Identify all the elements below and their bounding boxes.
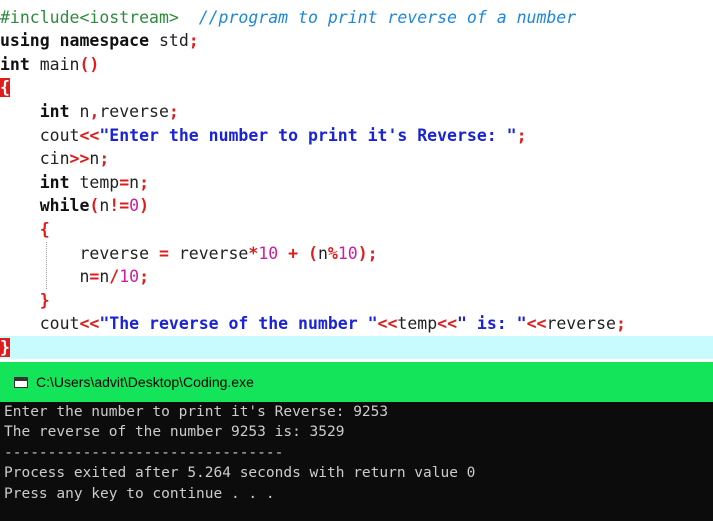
code-line[interactable]: cout<<"Enter the number to print it's Re…	[0, 124, 713, 148]
code-token: " is: "	[457, 314, 527, 334]
code-token: while	[39, 196, 90, 216]
code-token: using	[0, 31, 50, 51]
code-token: "The reverse of the number "	[99, 314, 378, 334]
console-titlebar[interactable]: C:\Users\advit\Desktop\Coding.exe	[0, 362, 713, 402]
console-line: Process exited after 5.264 seconds with …	[4, 465, 476, 482]
code-token: n	[0, 267, 90, 287]
code-token: int	[39, 101, 70, 121]
code-line[interactable]: int n,reverse;	[0, 100, 713, 124]
code-token: )	[139, 196, 150, 216]
code-token: n	[317, 243, 328, 263]
code-token: =	[158, 243, 169, 263]
console-window-icon	[14, 376, 28, 388]
code-token: 10	[258, 243, 279, 263]
code-token: <<	[377, 314, 398, 334]
code-token: ;	[139, 172, 150, 192]
code-token: n	[99, 196, 110, 216]
code-token: ,	[89, 101, 100, 121]
code-line[interactable]: {	[0, 76, 713, 100]
code-token: {	[39, 219, 50, 239]
code-token: n	[89, 149, 100, 169]
console-title: C:\Users\advit\Desktop\Coding.exe	[36, 374, 254, 390]
code-token: ;	[168, 101, 179, 121]
code-token: ;	[516, 125, 527, 145]
code-token: !=	[109, 196, 130, 216]
code-token: reverse	[0, 243, 159, 263]
code-line[interactable]: int temp=n;	[0, 171, 713, 195]
code-line[interactable]: cout<<"The reverse of the number "<<temp…	[0, 312, 713, 336]
code-token: reverse	[546, 314, 616, 334]
console-line: Press any key to continue . . .	[4, 485, 275, 502]
code-token: ;	[99, 149, 110, 169]
console-line: Enter the number to print it's Reverse: …	[4, 404, 389, 420]
code-token: ;	[188, 31, 199, 51]
code-token: <<	[526, 314, 547, 334]
code-token: );	[357, 243, 378, 263]
code-token: {	[0, 78, 10, 98]
code-token: temp	[69, 172, 120, 192]
code-token: namespace	[59, 31, 150, 51]
code-token: (	[308, 243, 318, 263]
code-token: ;	[615, 314, 626, 334]
code-token: =	[119, 172, 130, 192]
console-line: The reverse of the number 9253 is: 3529	[4, 424, 345, 441]
code-token: /	[109, 267, 120, 287]
code-token: 0	[129, 196, 140, 216]
code-token: +	[288, 243, 299, 263]
code-token: int	[0, 54, 30, 74]
code-token: <<	[437, 314, 458, 334]
code-token: cout	[0, 125, 80, 145]
code-line[interactable]: cin>>n;	[0, 147, 713, 171]
code-line[interactable]: reverse = reverse*10 + (n%10);	[0, 242, 713, 266]
code-token: main	[29, 54, 80, 74]
code-line[interactable]: int main()	[0, 53, 713, 77]
code-token: //program to print reverse of a number	[198, 7, 577, 27]
code-line[interactable]: }	[0, 289, 713, 313]
code-token: 10	[337, 243, 358, 263]
code-token: #include<iostream>	[0, 7, 179, 27]
code-token: }	[39, 290, 50, 310]
code-line[interactable]: }	[0, 335, 713, 360]
code-line[interactable]: while(n!=0)	[0, 194, 713, 218]
code-token: n	[129, 172, 140, 192]
code-token: cout	[0, 314, 80, 334]
code-token: n	[99, 267, 110, 287]
code-token: <<	[79, 125, 100, 145]
code-token: reverse	[99, 101, 169, 121]
code-token: std	[149, 31, 189, 51]
code-token: (	[89, 196, 100, 216]
code-token: ;	[139, 267, 150, 287]
indent-guide	[46, 241, 47, 289]
code-token: <<	[79, 314, 100, 334]
code-token: "Enter the number to print it's Reverse:…	[99, 125, 517, 145]
code-line[interactable]: n=n/10;	[0, 265, 713, 289]
code-token: =	[89, 267, 100, 287]
console-line: --------------------------------	[4, 444, 284, 461]
code-token: reverse	[168, 243, 249, 263]
code-token: n	[69, 101, 90, 121]
code-token: *	[248, 243, 259, 263]
code-line[interactable]: {	[0, 218, 713, 242]
code-token: ()	[79, 54, 100, 74]
code-token: }	[0, 337, 10, 357]
code-line[interactable]: using namespace std;	[0, 29, 713, 53]
code-token: cin	[0, 149, 70, 169]
code-line[interactable]: #include<iostream> //program to print re…	[0, 6, 713, 30]
code-token: temp	[397, 314, 438, 334]
console-output[interactable]: Enter the number to print it's Reverse: …	[0, 402, 713, 521]
code-token: %	[327, 243, 338, 263]
code-token: 10	[119, 267, 140, 287]
code-token: int	[39, 172, 70, 192]
code-token: >>	[69, 149, 90, 169]
code-editor[interactable]: #include<iostream> //program to print re…	[0, 0, 713, 362]
